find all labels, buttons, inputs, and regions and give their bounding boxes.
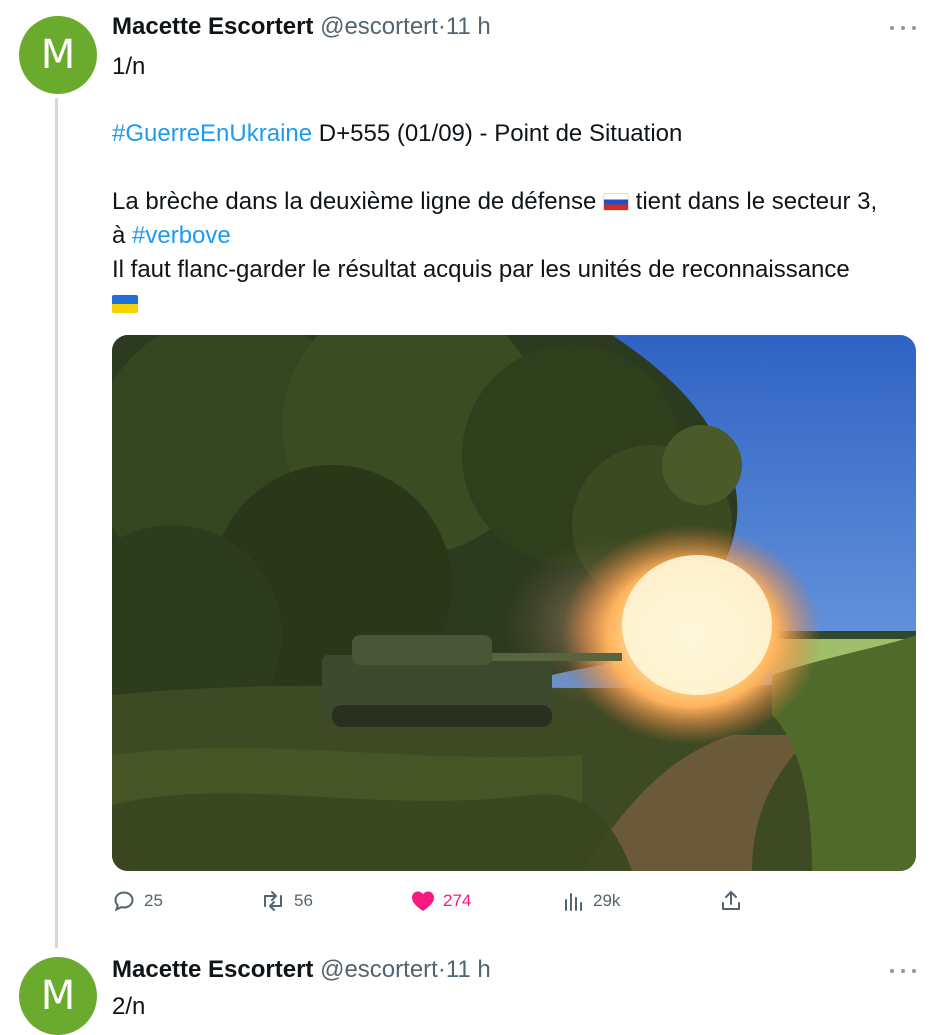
timestamp[interactable]: 11 h (446, 13, 491, 40)
retweet-button[interactable]: 56 (260, 884, 313, 918)
flag-russia-icon (603, 193, 630, 211)
heart-icon (412, 891, 434, 911)
hashtag-link[interactable]: #verbove (132, 222, 231, 249)
separator-dot: · (437, 956, 446, 983)
author-name[interactable]: Macette Escortert (112, 956, 313, 983)
timestamp[interactable]: 11 h (446, 956, 491, 983)
tweet-text-line: 2/n (112, 990, 145, 1024)
text-fragment: La brèche dans la deuxième ligne de défe… (112, 188, 604, 215)
separator-dot: · (437, 13, 446, 40)
tweet-photo[interactable] (112, 335, 916, 871)
tweet-header: Macette Escortert @escortert·11 h (112, 955, 491, 985)
avatar[interactable]: M (19, 16, 97, 94)
share-icon (722, 891, 740, 910)
like-button[interactable]: 274 (411, 884, 471, 918)
thread-counter: 2/n (112, 993, 146, 1020)
author-name[interactable]: Macette Escortert (112, 13, 313, 40)
thread-counter: 1/n (112, 53, 146, 80)
tank-firing-image (112, 335, 916, 871)
text-fragment: Il faut flanc-garder le résultat acquis … (112, 256, 850, 283)
text-fragment: à (112, 222, 133, 249)
author-handle[interactable]: @escortert (320, 13, 438, 40)
avatar-letter: M (40, 973, 76, 1019)
avatar[interactable]: M (19, 957, 97, 1035)
tweet-actions: 25 56 274 29k (112, 884, 916, 918)
tweet-text-line: à #verbove (112, 219, 231, 253)
tweet-text-line: 1/n (112, 50, 145, 84)
more-icon[interactable] (890, 965, 916, 977)
flag-ukraine-icon (112, 295, 138, 313)
thread-connector (55, 98, 58, 948)
avatar-letter: M (40, 32, 76, 78)
tweet-header: Macette Escortert @escortert·11 h (112, 12, 491, 42)
retweet-icon (264, 891, 282, 911)
tweet-text-line: La brèche dans la deuxième ligne de défe… (112, 185, 877, 219)
hashtag-link[interactable]: #GuerreEnUkraine (112, 120, 312, 147)
views-icon (565, 893, 582, 911)
author-handle[interactable]: @escortert (320, 956, 438, 983)
text-fragment: tient dans le secteur 3, (629, 188, 878, 215)
text-fragment: D+555 (01/09) - Point de Situation (312, 120, 683, 147)
tweet-text-line: #GuerreEnUkraine D+555 (01/09) - Point d… (112, 117, 682, 151)
like-count: 274 (443, 891, 472, 910)
views-button[interactable]: 29k (563, 884, 620, 918)
views-count: 29k (593, 891, 621, 910)
retweet-count: 56 (294, 891, 313, 910)
reply-button[interactable]: 25 (112, 884, 163, 918)
tweet-text-line: Il faut flanc-garder le résultat acquis … (112, 253, 850, 287)
share-button[interactable] (719, 884, 743, 918)
more-icon[interactable] (890, 22, 916, 34)
reply-icon (114, 891, 134, 912)
tweet-text-line (112, 287, 138, 321)
reply-count: 25 (144, 891, 163, 910)
